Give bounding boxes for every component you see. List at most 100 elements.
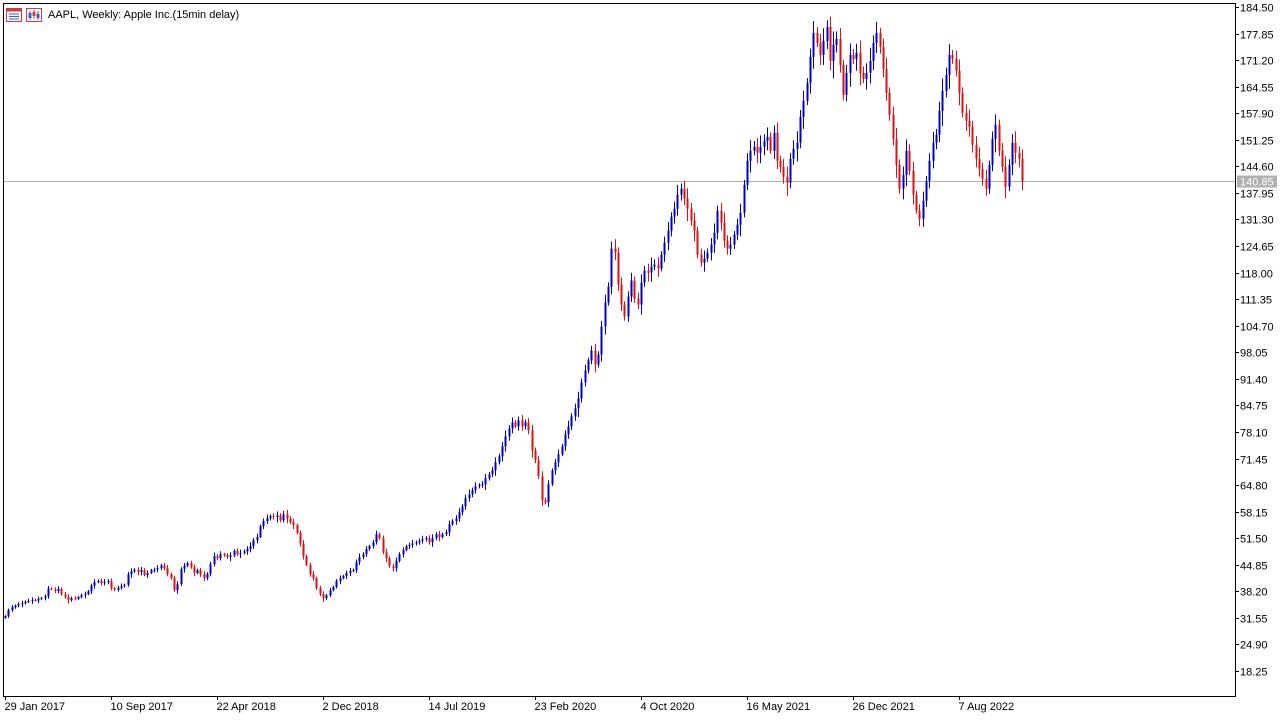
candle-body (657, 264, 660, 269)
y-tick-label: 58.15 (1240, 508, 1268, 520)
candle-body (117, 587, 120, 590)
candle-body (57, 588, 60, 591)
candle-body (40, 598, 43, 600)
candlestick-chart[interactable]: 184.50 177.85 171.20 164.55 157.90 151.25 144.… (0, 0, 1280, 716)
candle-body (551, 470, 554, 485)
candle-body (60, 588, 63, 595)
candle-body (468, 494, 471, 499)
candle-body (521, 420, 524, 427)
candle-body (759, 146, 762, 153)
candle-body (756, 146, 759, 153)
candle-body (564, 434, 567, 447)
candle-body (262, 521, 265, 527)
candle-body (319, 588, 322, 595)
chart-container[interactable]: AAPL, Weekly: Apple Inc.(15min delay) 18… (0, 0, 1280, 716)
candle-body (537, 460, 540, 477)
candle-body (547, 484, 550, 503)
chart-header: AAPL, Weekly: Apple Inc.(15min delay) (6, 6, 239, 24)
candle-body (862, 72, 865, 79)
candle-body (236, 550, 239, 555)
y-tick-label: 51.50 (1240, 534, 1268, 546)
candle-body (127, 574, 130, 585)
candle-body (249, 546, 252, 549)
candle-body (653, 264, 656, 267)
candle-body (839, 38, 842, 65)
candle-body (163, 565, 166, 569)
candle-body (339, 578, 342, 581)
candle-body (908, 150, 911, 171)
candle-body (633, 280, 636, 299)
candle-body (514, 422, 517, 427)
candle-body (226, 555, 229, 557)
y-tick-label: 144.60 (1240, 162, 1274, 174)
candle-body (31, 600, 34, 602)
candle-body (1008, 164, 1011, 187)
candle-body (239, 552, 242, 555)
chart-type-icon[interactable] (26, 8, 42, 22)
y-tick-label: 137.95 (1240, 189, 1274, 201)
y-tick-label: 184.50 (1240, 3, 1274, 15)
candle-body (710, 244, 713, 253)
candle-body (385, 552, 388, 559)
y-tick-label: 164.55 (1240, 83, 1274, 95)
candle-body (484, 478, 487, 485)
candle-body (627, 296, 630, 317)
candle-body (680, 188, 683, 195)
candle-body (928, 160, 931, 181)
candle-body (517, 420, 520, 427)
candle-body (193, 567, 196, 573)
candle-body (17, 604, 20, 606)
candle-body (402, 550, 405, 555)
candle-body (660, 254, 663, 269)
candle-body (375, 534, 378, 543)
candle-body (54, 589, 57, 591)
candle-body (935, 134, 938, 143)
candle-body (806, 82, 809, 101)
y-tick-label: 177.85 (1240, 30, 1274, 42)
candle-body (173, 578, 176, 591)
candle-body (166, 568, 169, 575)
candle-body (329, 590, 332, 596)
candle-body (64, 594, 67, 597)
candle-body (842, 64, 845, 95)
x-tick-label: 26 Dec 2021 (853, 701, 915, 713)
candle-body (809, 56, 812, 83)
candle-body (186, 562, 189, 566)
candle-body (229, 555, 232, 557)
candle-body (729, 244, 732, 249)
candle-body (388, 558, 391, 567)
candle-body (47, 588, 50, 597)
candle-body (405, 546, 408, 551)
candle-body (554, 462, 557, 471)
candle-body (766, 136, 769, 141)
candle-body (120, 586, 123, 588)
candle-body (335, 580, 338, 587)
candle-body (773, 132, 776, 151)
candle-body (133, 569, 136, 572)
chart-title: AAPL, Weekly: Apple Inc.(15min delay) (48, 9, 240, 21)
y-tick-label: 91.40 (1240, 375, 1268, 387)
candle-body (736, 224, 739, 235)
menu-list-icon[interactable] (6, 8, 22, 22)
candle-body (647, 270, 650, 273)
candle-body (975, 144, 978, 159)
candle-body (855, 52, 858, 59)
candle-body (594, 350, 597, 365)
y-tick-label: 64.80 (1240, 481, 1268, 493)
y-tick-label: 104.70 (1240, 322, 1274, 334)
candle-body (570, 416, 573, 427)
candle-body (286, 514, 289, 519)
candle-body (345, 572, 348, 577)
candle-body (292, 522, 295, 526)
candle-body (802, 100, 805, 117)
candle-body (4, 616, 7, 619)
plot-area[interactable] (3, 3, 1236, 697)
candle-body (965, 112, 968, 121)
candle-body (395, 560, 398, 569)
candle-body (137, 569, 140, 573)
candle-body (713, 232, 716, 245)
candle-body (527, 422, 530, 431)
candle-body (716, 210, 719, 233)
candle-body (464, 498, 467, 507)
candle-body (879, 32, 882, 47)
